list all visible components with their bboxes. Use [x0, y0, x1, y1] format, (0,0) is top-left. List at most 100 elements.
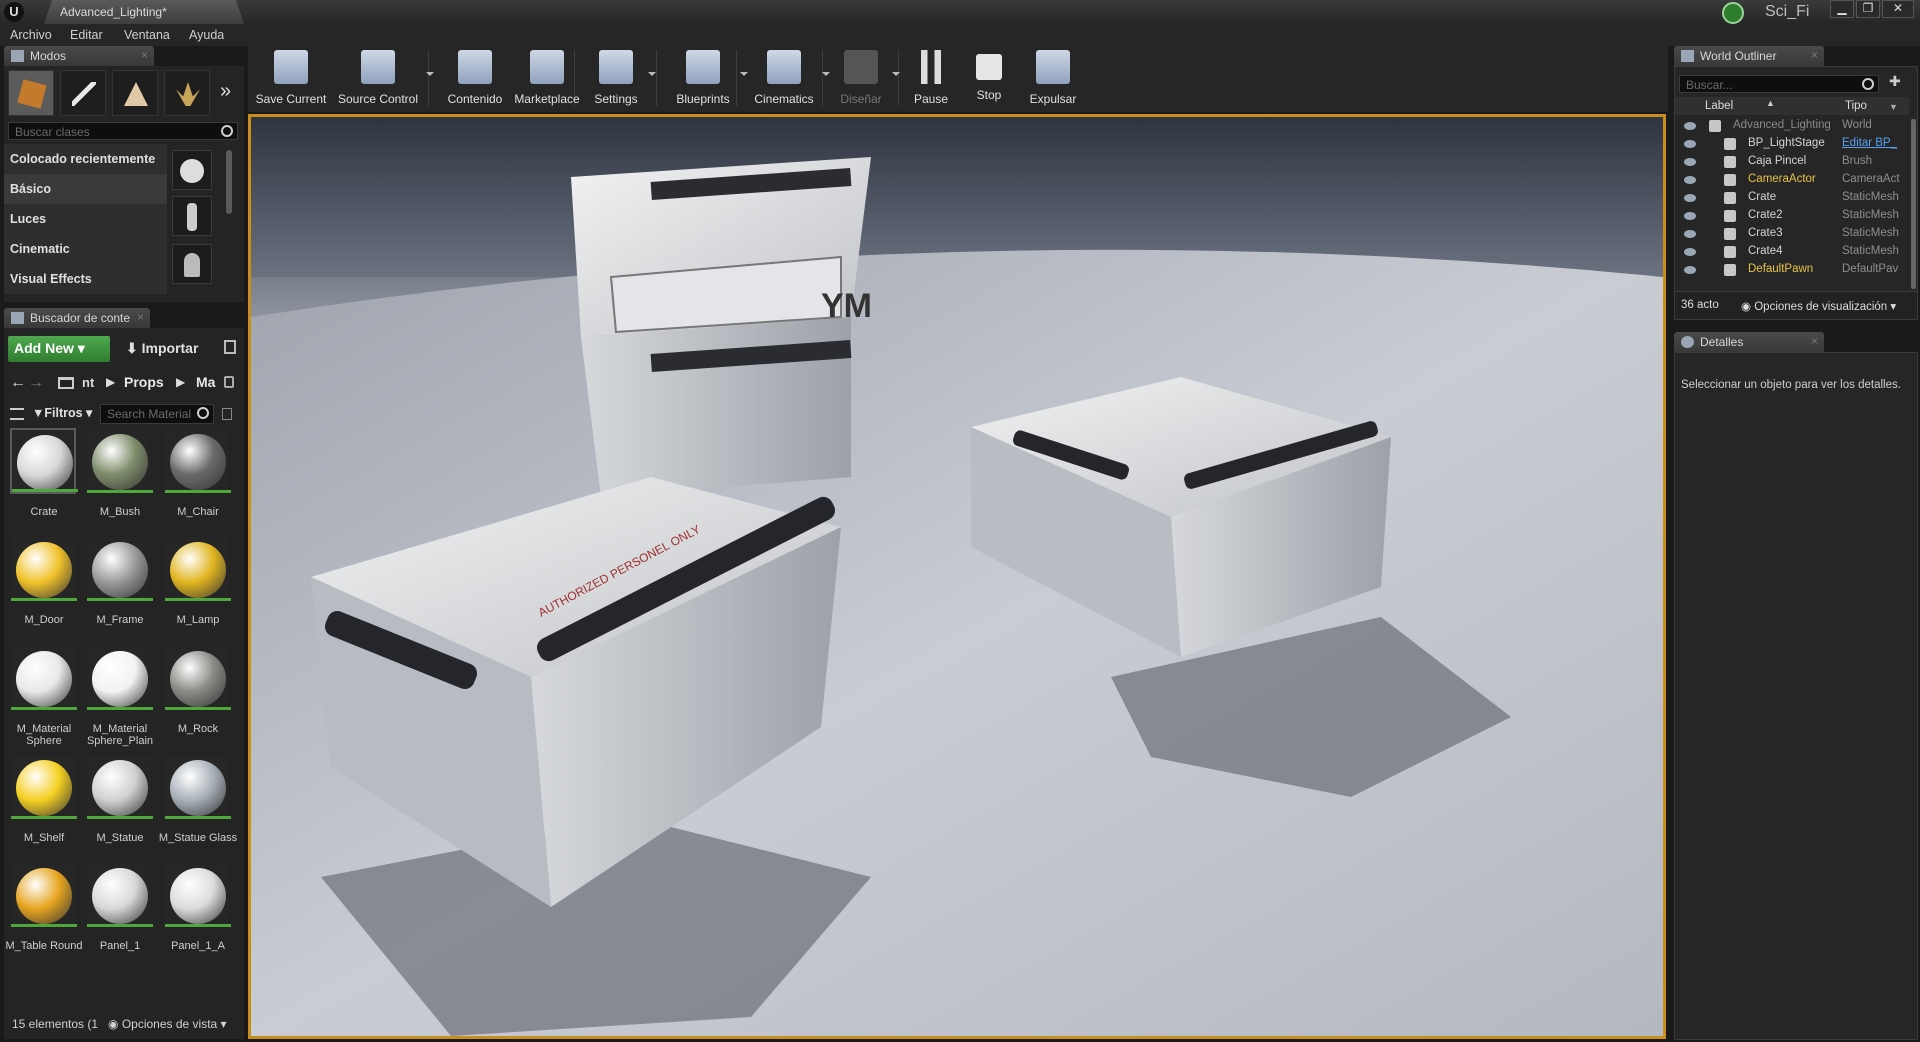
toolbar-button-blueprints[interactable]: Blueprints: [668, 46, 738, 110]
actor-pawn-thumb[interactable]: [172, 244, 212, 284]
visibility-eye-icon[interactable]: [1684, 230, 1696, 238]
modes-scrollbar[interactable]: [226, 150, 232, 214]
category-visual-effects[interactable]: Visual Effects: [4, 264, 167, 294]
toolbar-button-marketplace[interactable]: Marketplace: [512, 46, 582, 110]
mode-foliage[interactable]: [164, 70, 210, 116]
toolbar-button-settings[interactable]: Settings: [586, 46, 646, 110]
mode-place[interactable]: [8, 70, 54, 116]
outliner-row[interactable]: Crate2 StaticMesh: [1675, 207, 1909, 225]
close-button[interactable]: ✕: [1882, 0, 1914, 18]
asset-tile[interactable]: M_Frame: [86, 536, 154, 626]
toolbar-button-source-control[interactable]: Source Control: [332, 46, 424, 110]
asset-search-input[interactable]: Search Material: [100, 404, 214, 424]
details-tab[interactable]: Detalles ×: [1674, 332, 1824, 352]
outliner-row[interactable]: Crate4 StaticMesh: [1675, 243, 1909, 261]
restore-button[interactable]: ❐: [1856, 0, 1880, 18]
outliner-search-input[interactable]: Buscar...: [1679, 75, 1879, 93]
asset-tile[interactable]: M_Statue Glass: [159, 754, 237, 844]
asset-tile[interactable]: M_Material Sphere_Plain: [86, 645, 154, 747]
lock-icon[interactable]: [224, 376, 234, 388]
close-icon[interactable]: ×: [1811, 48, 1818, 62]
level-tab[interactable]: Advanced_Lighting*: [44, 0, 244, 24]
toolbar-button-dise-ar[interactable]: Diseñar: [832, 46, 890, 110]
toolbar-button-stop[interactable]: Stop: [964, 46, 1014, 110]
close-icon[interactable]: ×: [137, 310, 144, 324]
actor-character-thumb[interactable]: [172, 196, 212, 236]
save-search-icon[interactable]: [222, 408, 232, 420]
outliner-row[interactable]: DefaultPawn DefaultPav: [1675, 261, 1909, 279]
category-lights[interactable]: Luces: [4, 204, 167, 234]
save-all-icon[interactable]: [224, 340, 236, 354]
category-basic[interactable]: Básico: [4, 174, 167, 204]
dropdown-caret-icon[interactable]: [892, 72, 900, 76]
forward-arrow-icon[interactable]: →: [28, 374, 44, 392]
asset-tile[interactable]: M_Rock: [164, 645, 232, 735]
column-type[interactable]: Tipo: [1845, 100, 1867, 112]
level-viewport[interactable]: YM AUTHORIZED PERSONEL ONLY: [248, 114, 1666, 1039]
close-icon[interactable]: ×: [141, 48, 148, 62]
outliner-row[interactable]: Advanced_Lighting World: [1675, 117, 1909, 135]
dropdown-caret-icon[interactable]: [648, 72, 656, 76]
add-filter-icon[interactable]: ✚: [1889, 73, 1901, 90]
asset-tile[interactable]: M_Shelf: [10, 754, 78, 844]
world-outliner-tab[interactable]: World Outliner ×: [1674, 46, 1824, 66]
mode-landscape[interactable]: [112, 70, 158, 116]
path-segment[interactable]: nt: [82, 375, 94, 390]
column-label[interactable]: Label: [1705, 100, 1733, 112]
close-icon[interactable]: ×: [1811, 334, 1818, 348]
more-modes-icon[interactable]: »: [220, 80, 231, 103]
category-recent[interactable]: Colocado recientemente: [4, 144, 167, 174]
menu-editar[interactable]: Editar: [70, 28, 103, 42]
category-cinematic[interactable]: Cinematic: [4, 234, 167, 264]
asset-tile[interactable]: M_Bush: [86, 428, 154, 518]
class-search-input[interactable]: Buscar clases: [8, 122, 238, 140]
toolbar-button-save-current[interactable]: Save Current: [254, 46, 328, 110]
dropdown-caret-icon[interactable]: [822, 72, 830, 76]
toolbar-button-pause[interactable]: Pause: [906, 46, 956, 110]
outliner-row[interactable]: Caja Pincel Brush: [1675, 153, 1909, 171]
path-segment-props[interactable]: Props: [124, 374, 164, 390]
mode-paint[interactable]: [60, 70, 106, 116]
unreal-logo-icon[interactable]: U: [4, 2, 24, 22]
back-arrow-icon[interactable]: ←: [10, 374, 26, 392]
asset-tile[interactable]: M_Table Round: [5, 862, 83, 952]
visibility-eye-icon[interactable]: [1684, 266, 1696, 274]
visibility-eye-icon[interactable]: [1684, 248, 1696, 256]
visibility-eye-icon[interactable]: [1684, 176, 1696, 184]
asset-tile[interactable]: M_Statue: [86, 754, 154, 844]
asset-tile[interactable]: M_Chair: [164, 428, 232, 518]
visibility-eye-icon[interactable]: [1684, 140, 1696, 148]
actor-type[interactable]: Editar BP_: [1842, 137, 1908, 149]
folder-icon[interactable]: [58, 377, 74, 389]
menu-ayuda[interactable]: Ayuda: [189, 28, 224, 42]
outliner-view-options[interactable]: ◉ Opciones de visualización ▾: [1741, 299, 1896, 313]
asset-tile[interactable]: M_Door: [10, 536, 78, 626]
import-button[interactable]: ⬇ Importar: [126, 340, 198, 357]
asset-tile[interactable]: Panel_1: [86, 862, 154, 952]
asset-tile[interactable]: Panel_1_A: [164, 862, 232, 952]
content-browser-tab[interactable]: Buscador de conte ×: [4, 308, 150, 328]
menu-ventana[interactable]: Ventana: [124, 28, 170, 42]
modes-tab[interactable]: Modos ×: [4, 46, 154, 66]
outliner-row[interactable]: BP_LightStage Editar BP_: [1675, 135, 1909, 153]
toolbar-button-expulsar[interactable]: Expulsar: [1022, 46, 1084, 110]
outliner-scrollbar[interactable]: [1911, 119, 1916, 289]
toolbar-button-contenido[interactable]: Contenido: [444, 46, 506, 110]
visibility-eye-icon[interactable]: [1684, 122, 1696, 130]
minimize-button[interactable]: ▁: [1830, 0, 1854, 18]
dropdown-caret-icon[interactable]: [740, 72, 748, 76]
outliner-row[interactable]: CameraActor CameraAct: [1675, 171, 1909, 189]
dropdown-caret-icon[interactable]: [426, 72, 434, 76]
asset-tile[interactable]: Crate: [10, 428, 78, 518]
filters-button[interactable]: ▼Filtros ▾: [32, 405, 92, 420]
actor-sphere-thumb[interactable]: [172, 150, 212, 190]
visibility-eye-icon[interactable]: [1684, 212, 1696, 220]
menu-archivo[interactable]: Archivo: [10, 28, 52, 42]
add-new-button[interactable]: Add New ▾: [8, 336, 110, 362]
sources-toggle-icon[interactable]: [10, 408, 24, 420]
visibility-eye-icon[interactable]: [1684, 194, 1696, 202]
asset-tile[interactable]: M_Material Sphere: [10, 645, 78, 747]
asset-tile[interactable]: M_Lamp: [164, 536, 232, 626]
content-view-options[interactable]: ◉ Opciones de vista ▾: [108, 1017, 227, 1031]
outliner-row[interactable]: Crate StaticMesh: [1675, 189, 1909, 207]
